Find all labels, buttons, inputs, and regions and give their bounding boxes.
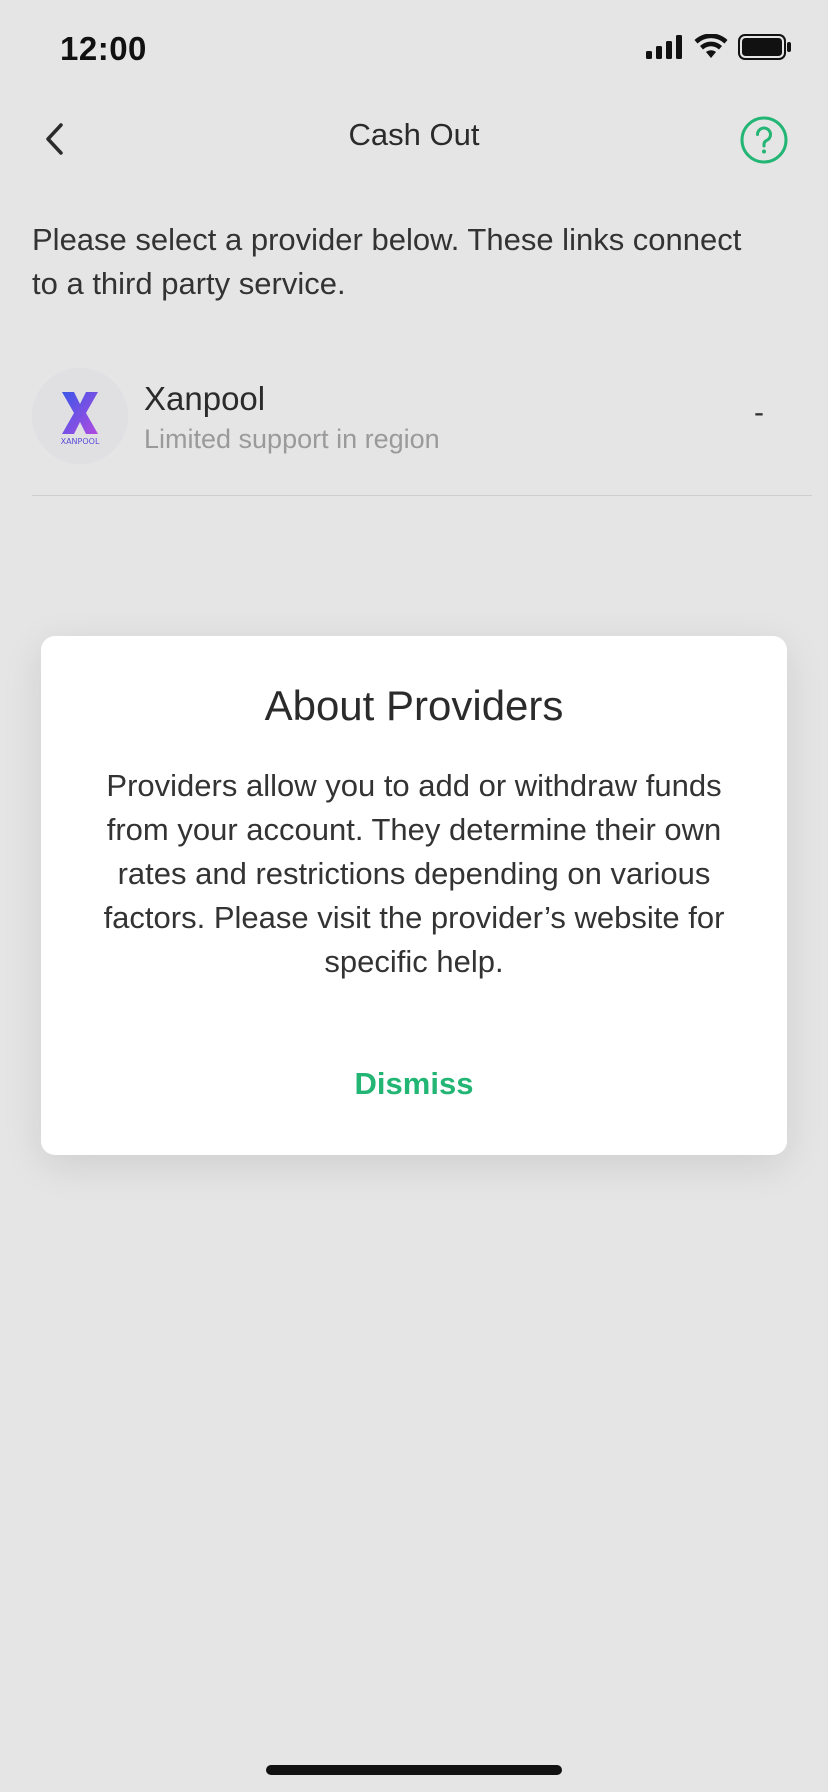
- provider-subtitle: Limited support in region: [144, 424, 440, 454]
- provider-name: Xanpool: [144, 380, 266, 417]
- wifi-icon: [694, 34, 728, 58]
- page-title: Cash Out: [348, 117, 480, 152]
- modal-body: Providers allow you to add or withdraw f…: [103, 768, 725, 979]
- xanpool-logo: XANPOOL: [32, 368, 128, 464]
- cash-out-screen: 12:00 Cash Out Please select a provider …: [0, 0, 828, 1792]
- help-button[interactable]: [740, 116, 788, 164]
- home-indicator[interactable]: [266, 1765, 562, 1775]
- status-time: 12:00: [60, 30, 147, 67]
- cellular-signal-icon: [646, 35, 682, 59]
- xanpool-logo-text: XANPOOL: [61, 437, 100, 446]
- dismiss-button[interactable]: Dismiss: [41, 1066, 787, 1102]
- modal-title: About Providers: [264, 682, 564, 729]
- status-icons: [646, 34, 792, 60]
- battery-icon: [738, 34, 791, 60]
- provider-row-xanpool[interactable]: XANPOOL Xanpool Limited support in regio…: [32, 366, 812, 496]
- provider-value: -: [754, 396, 764, 429]
- question-circle-icon: [740, 116, 788, 164]
- about-providers-modal: About Providers Providers allow you to a…: [41, 636, 787, 1155]
- intro-text: Please select a provider below. These li…: [32, 222, 742, 301]
